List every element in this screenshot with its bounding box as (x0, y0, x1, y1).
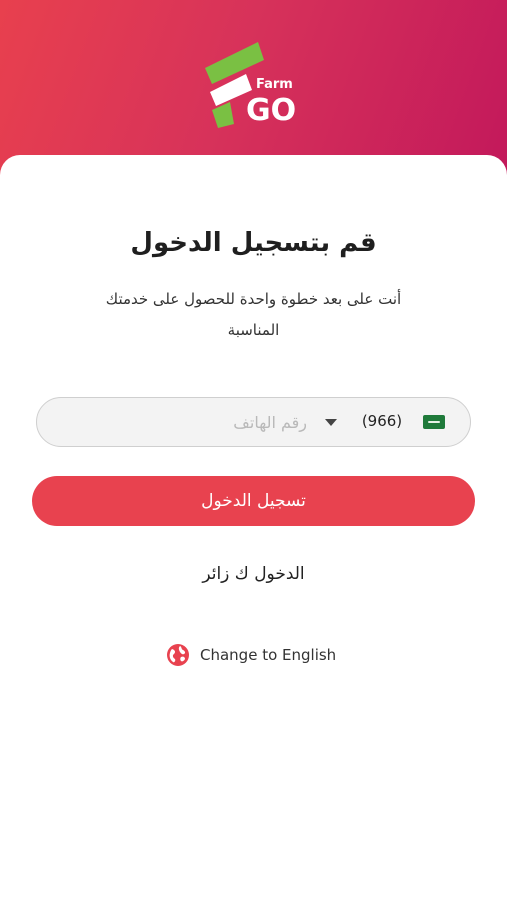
phone-field[interactable]: (966) (36, 397, 471, 447)
guest-login-link[interactable]: الدخول ك زائر (0, 564, 507, 584)
country-code[interactable]: (966) (357, 412, 407, 430)
farm-go-logo: Farm GO (200, 40, 310, 130)
change-language-link[interactable]: Change to English (166, 642, 336, 668)
chevron-down-icon[interactable] (325, 419, 337, 426)
change-language-label[interactable]: Change to English (200, 646, 336, 664)
login-button[interactable]: تسجيل الدخول (32, 476, 475, 526)
logo-word-go: GO (246, 93, 296, 128)
logo-graphic: Farm GO (205, 42, 296, 128)
page-title: قم بتسجيل الدخول (130, 228, 377, 258)
phone-input[interactable] (157, 408, 307, 436)
logo-word-farm: Farm (256, 77, 293, 92)
page-subtitle: أنت على بعد خطوة واحدة للحصول على خدمتك … (105, 290, 402, 339)
globe-icon (167, 644, 189, 666)
login-card (0, 155, 507, 900)
saudi-flag-icon (423, 415, 445, 429)
